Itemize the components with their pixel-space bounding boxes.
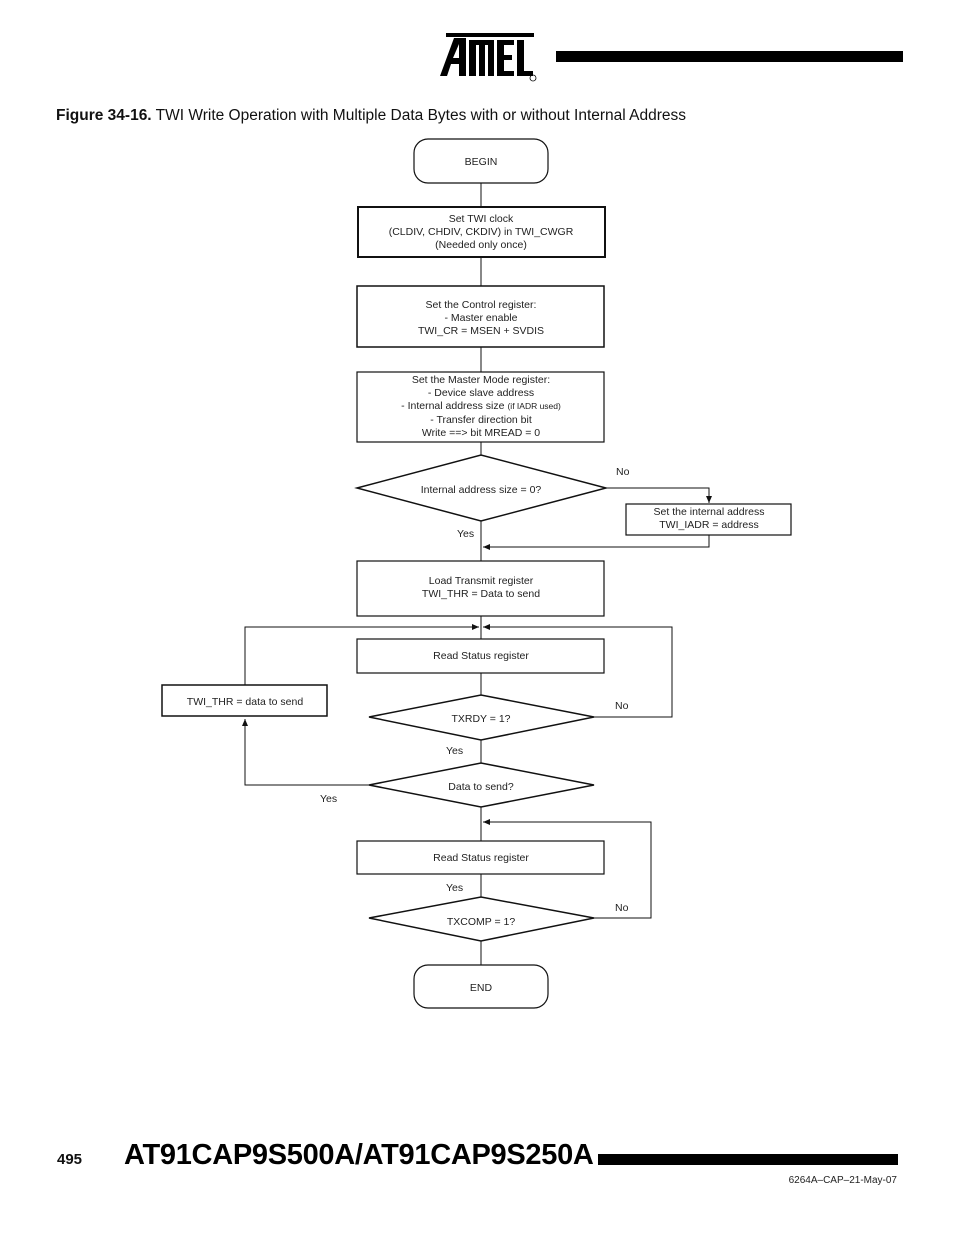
footer-rule xyxy=(598,1154,898,1165)
read-status-1-label: Read Status register xyxy=(433,650,529,662)
mode-line-5: Write ==> bit MREAD = 0 xyxy=(422,427,540,439)
document-id: 6264A–CAP–21-May-07 xyxy=(788,1175,897,1186)
control-line-1: Set the Control register: xyxy=(426,299,537,311)
label-txrdy-yes: Yes xyxy=(446,745,463,757)
clock-line-2: (CLDIV, CHDIV, CKDIV) in TWI_CWGR xyxy=(389,226,574,238)
edge-internal-no xyxy=(606,487,712,503)
iadr-line-2: TWI_IADR = address xyxy=(659,519,759,531)
label-txcomp-no: No xyxy=(615,902,629,914)
label-txcomp-yes: Yes xyxy=(446,882,463,894)
load-line-1: Load Transmit register xyxy=(429,575,534,587)
flowchart: BEGIN Set TWI clock (CLDIV, CHDIV, CKDIV… xyxy=(161,138,792,1009)
dec-internal-label: Internal address size = 0? xyxy=(421,484,542,496)
control-line-2: - Master enable xyxy=(445,312,518,324)
label-txrdy-no: No xyxy=(615,700,629,712)
mode-line-2: - Device slave address xyxy=(428,387,534,399)
edge-data-yes xyxy=(242,719,369,786)
mode-line-3: - Internal address size (if IADR used) xyxy=(401,400,561,412)
dec-txcomp-label: TXCOMP = 1? xyxy=(447,916,516,928)
mode-line-4: - Transfer direction bit xyxy=(430,414,532,426)
clock-line-1: Set TWI clock xyxy=(449,213,514,225)
load-line-2: TWI_THR = Data to send xyxy=(422,588,540,600)
dec-txrdy-label: TXRDY = 1? xyxy=(451,713,510,725)
edge-iadr-return xyxy=(483,535,710,550)
thr-data-label: TWI_THR = data to send xyxy=(187,696,304,708)
label-internal-yes: Yes xyxy=(457,528,474,540)
page-number: 495 xyxy=(57,1151,83,1168)
end-label: END xyxy=(470,982,493,994)
label-data-yes: Yes xyxy=(320,793,337,805)
mode-line-3-note: (if IADR used) xyxy=(507,401,561,411)
mode-line-3-main: - Internal address size xyxy=(401,400,504,412)
read-status-2-label: Read Status register xyxy=(433,852,529,864)
control-line-3: TWI_CR = MSEN + SVDIS xyxy=(418,325,544,337)
iadr-line-1: Set the internal address xyxy=(654,506,765,518)
dec-data-label: Data to send? xyxy=(448,781,514,793)
clock-line-3: (Needed only once) xyxy=(435,239,527,251)
begin-label: BEGIN xyxy=(465,156,498,168)
document-title: AT91CAP9S500A/AT91CAP9S250A xyxy=(124,1139,594,1171)
label-internal-no: No xyxy=(616,466,630,478)
mode-line-1: Set the Master Mode register: xyxy=(412,374,550,386)
